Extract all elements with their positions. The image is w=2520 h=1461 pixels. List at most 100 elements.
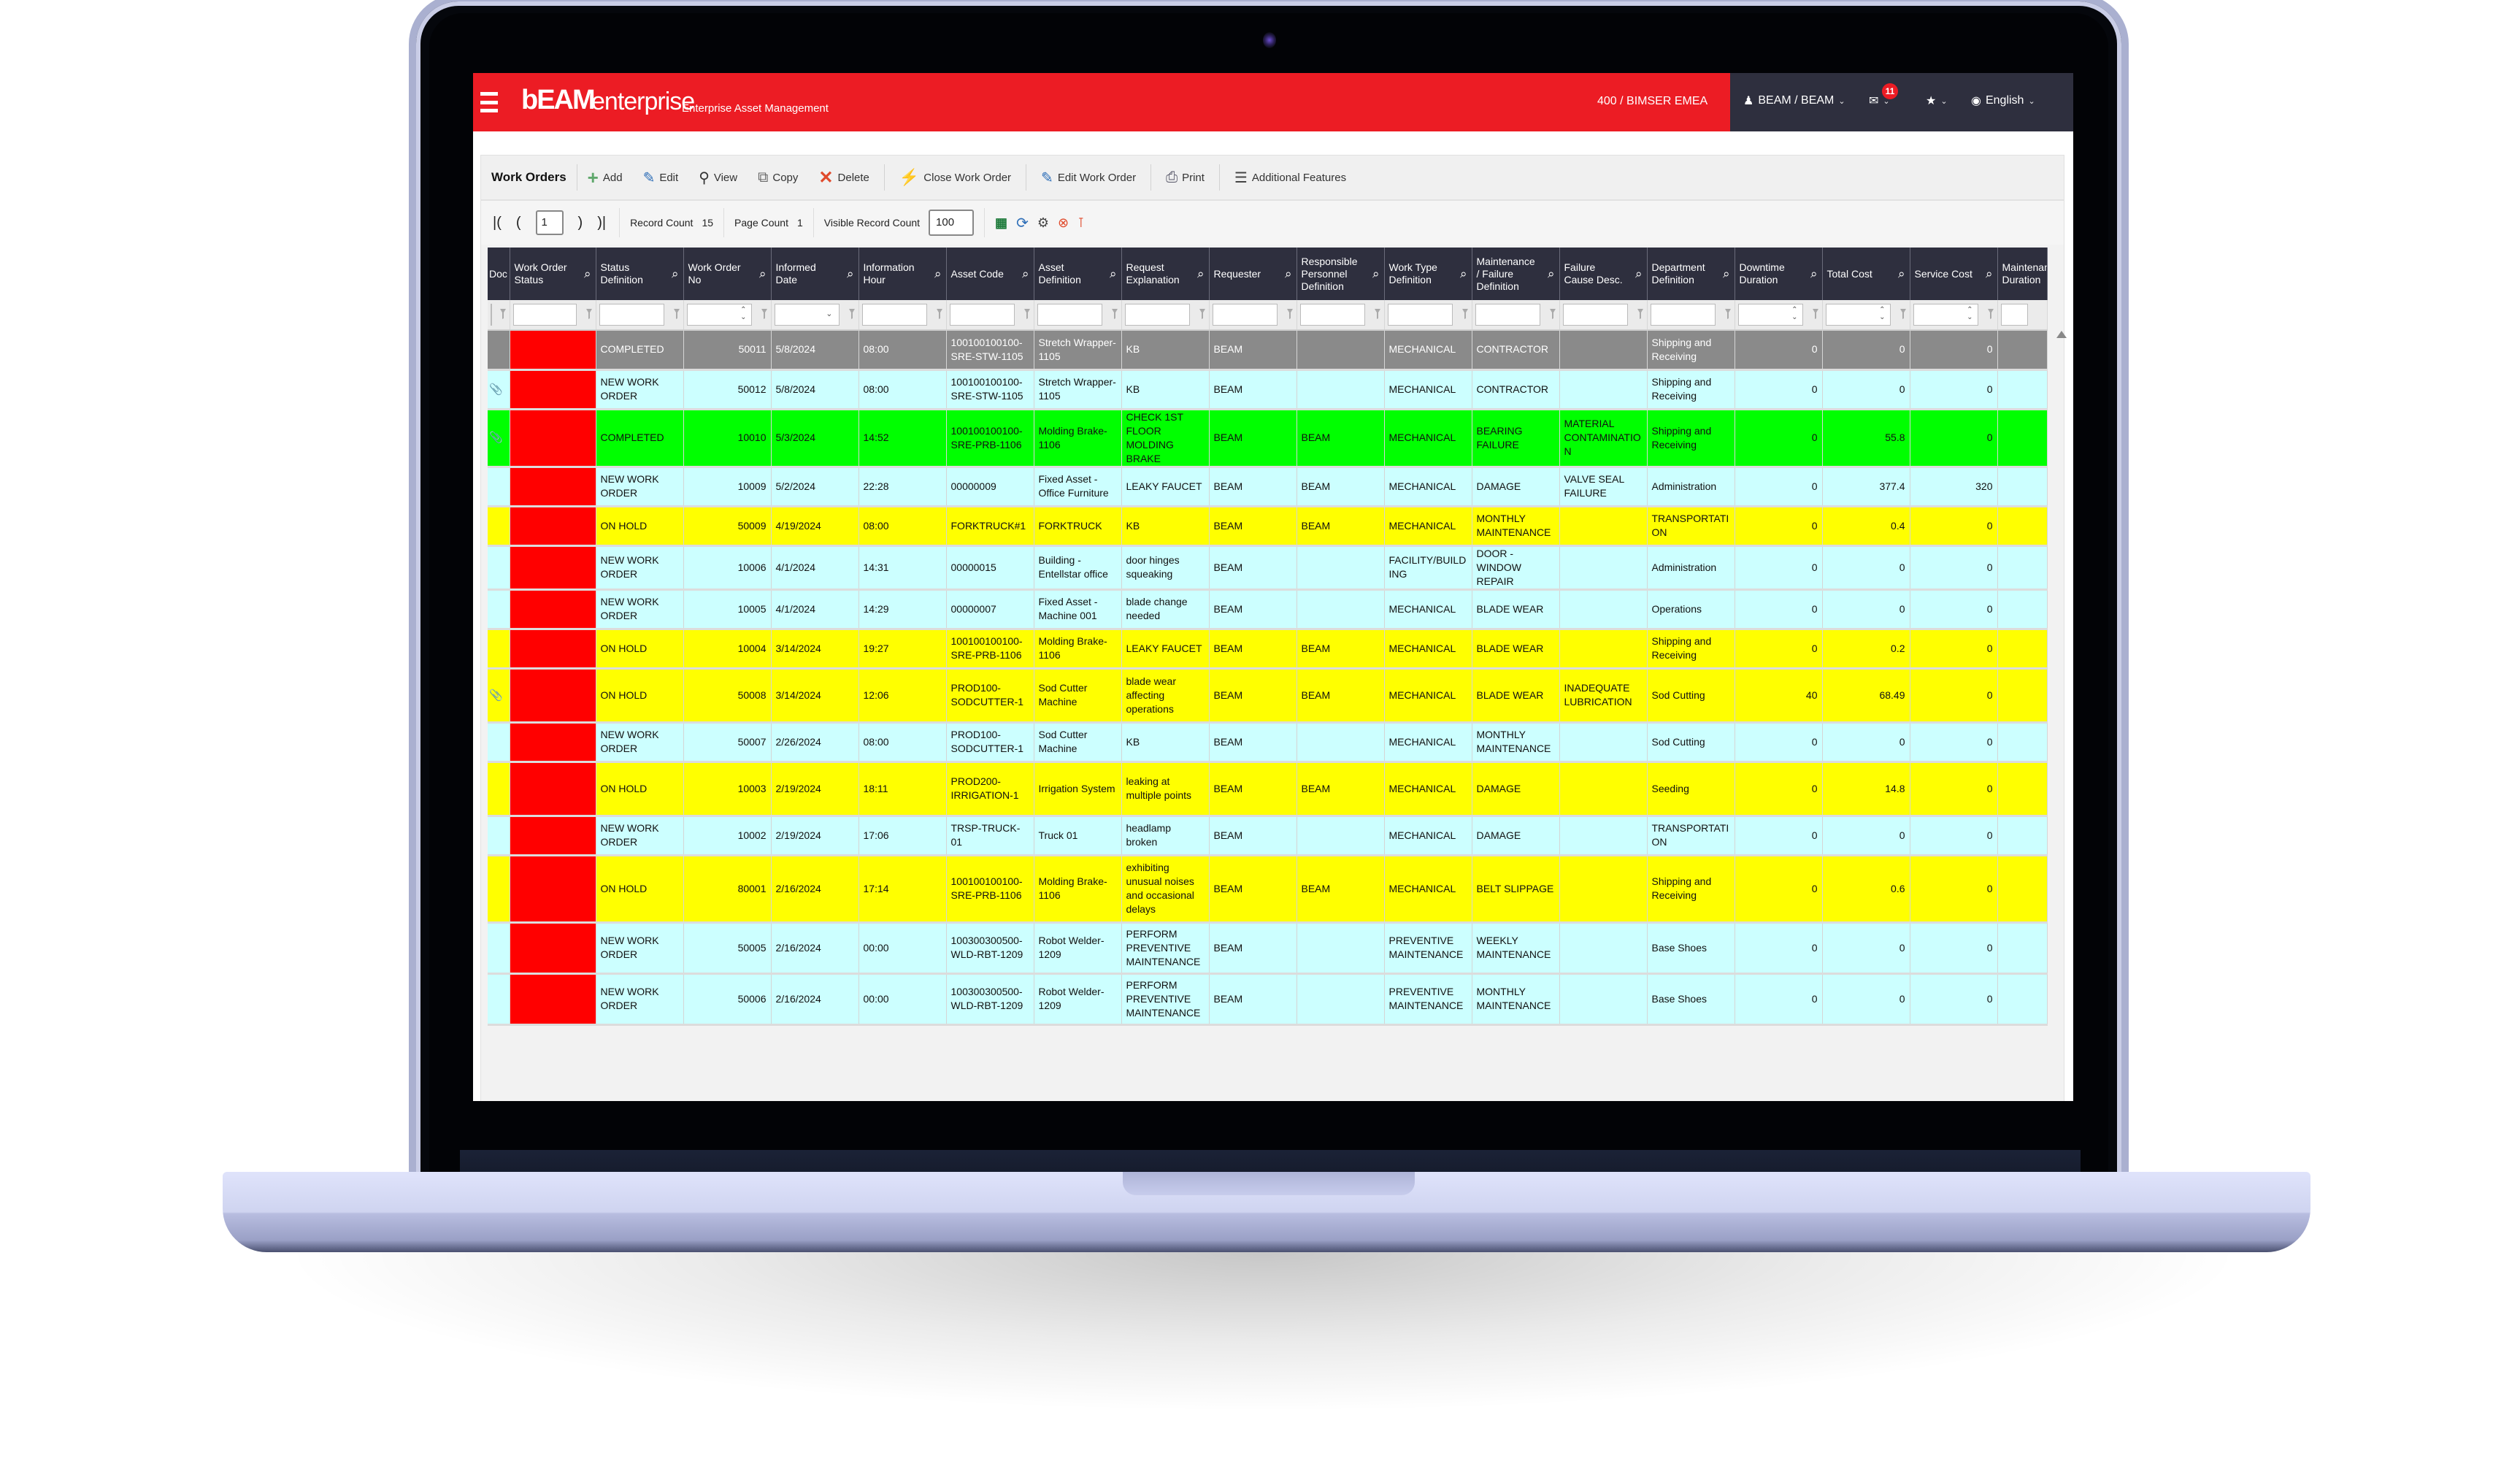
column-search-icon[interactable]: ⌕: [1022, 268, 1029, 280]
column-header[interactable]: Asset Definition ⌕: [1034, 248, 1122, 300]
doc-cell[interactable]: [488, 589, 510, 630]
filter-icon[interactable]: [499, 309, 506, 319]
table-row[interactable]: NEW WORK ORDER 10006 4/1/2024 14:31 00000015…: [488, 545, 2048, 591]
spinner-icon[interactable]: ⌃ ⌄: [1967, 307, 1972, 321]
favorites-menu[interactable]: ★ ⌄: [1926, 93, 1948, 108]
attachment-icon[interactable]: 📎: [489, 383, 503, 396]
filter-icon[interactable]: [585, 309, 592, 319]
print-button[interactable]: ⎙ Print: [1156, 164, 1215, 191]
column-filter-input[interactable]: [2000, 304, 2028, 326]
doc-cell[interactable]: 📎: [488, 369, 510, 410]
column-search-icon[interactable]: ⌕: [1110, 268, 1117, 280]
column-filter-input[interactable]: ⌃ ⌄: [1825, 304, 1891, 326]
filter-icon[interactable]: [1374, 309, 1380, 319]
refresh-icon[interactable]: ⟳: [1016, 214, 1029, 232]
spinner-icon[interactable]: ⌃ ⌄: [740, 307, 746, 321]
column-header[interactable]: Request Explanation ⌕: [1121, 248, 1210, 300]
doc-cell[interactable]: [488, 722, 510, 763]
filter-icon[interactable]: [761, 309, 767, 319]
delete-button[interactable]: ✕ Delete: [808, 164, 879, 191]
doc-cell[interactable]: [488, 922, 510, 975]
next-page-button[interactable]: ): [571, 215, 591, 231]
table-row[interactable]: 📎 COMPLETED 10010 5/3/2024 14:52 100100100100…: [488, 409, 2048, 468]
column-filter-input[interactable]: [1299, 304, 1365, 326]
table-row[interactable]: COMPLETED 50011 5/8/2024 08:00 100100100100-…: [488, 330, 2048, 371]
column-filter-input[interactable]: ⌃ ⌄: [1737, 304, 1803, 326]
table-row[interactable]: NEW WORK ORDER 10009 5/2/2024 22:28 00000009…: [488, 467, 2048, 507]
doc-cell[interactable]: [488, 973, 510, 1026]
column-filter-input[interactable]: [1037, 304, 1102, 326]
column-header[interactable]: Doc: [488, 248, 510, 300]
close-work-order-button[interactable]: ⚡ Close Work Order: [889, 164, 1021, 191]
excel-export-icon[interactable]: ▦: [995, 215, 1007, 231]
doc-cell[interactable]: [488, 762, 510, 817]
hamburger-menu-icon[interactable]: [480, 92, 498, 112]
column-search-icon[interactable]: ⌕: [1723, 268, 1730, 280]
column-search-icon[interactable]: ⌕: [1635, 268, 1643, 280]
additional-features-button[interactable]: ☰ Additional Features: [1224, 164, 1356, 191]
doc-cell[interactable]: [488, 506, 510, 547]
spinner-icon[interactable]: ⌃ ⌄: [1879, 307, 1885, 321]
filter-icon[interactable]: [1987, 309, 1994, 319]
column-search-icon[interactable]: ⌕: [672, 268, 679, 280]
tenant-label[interactable]: 400 / BIMSER EMEA: [1597, 95, 1707, 108]
column-search-icon[interactable]: ⌕: [1372, 268, 1380, 280]
column-header[interactable]: Work Order Status ⌕: [510, 248, 596, 300]
table-row[interactable]: ON HOLD 80001 2/16/2024 17:14 100100100100-S…: [488, 855, 2048, 924]
page-number-input[interactable]: 1: [535, 210, 564, 235]
column-header[interactable]: Downtime Duration ⌕: [1735, 248, 1823, 300]
table-row[interactable]: NEW WORK ORDER 50007 2/26/2024 08:00 PROD100…: [488, 722, 2048, 763]
column-header[interactable]: Service Cost ⌕: [1910, 248, 1998, 300]
column-filter-input[interactable]: ⌃ ⌄: [686, 304, 752, 326]
column-header[interactable]: Work Order No ⌕: [683, 248, 772, 300]
column-search-icon[interactable]: ⌕: [584, 268, 591, 280]
column-search-icon[interactable]: ⌕: [1285, 268, 1292, 280]
column-settings-icon[interactable]: ⚙: [1037, 215, 1049, 231]
chevron-down-icon[interactable]: ⌄: [826, 309, 832, 318]
column-filter-input[interactable]: [949, 304, 1015, 326]
filter-icon[interactable]: [1023, 309, 1030, 319]
filter-icon[interactable]: [1286, 309, 1293, 319]
table-row[interactable]: NEW WORK ORDER 50006 2/16/2024 00:00 1003003…: [488, 973, 2048, 1026]
doc-cell[interactable]: [488, 629, 510, 670]
column-search-icon[interactable]: ⌕: [1197, 268, 1205, 280]
doc-cell[interactable]: 📎: [488, 409, 510, 468]
visible-record-count-input[interactable]: 100: [929, 210, 975, 236]
language-menu[interactable]: ◉ English ⌄: [1971, 93, 2035, 108]
filter-icon[interactable]: [848, 309, 855, 319]
column-filter-input[interactable]: [1124, 304, 1190, 326]
table-row[interactable]: ON HOLD 10004 3/14/2024 19:27 100100100100-S…: [488, 629, 2048, 670]
column-search-icon[interactable]: ⌕: [1986, 268, 1993, 280]
add-button[interactable]: + Add: [577, 164, 633, 191]
filter-icon[interactable]: [673, 309, 680, 319]
table-row[interactable]: ON HOLD 50009 4/19/2024 08:00 FORKTRUCK#1 FOR…: [488, 506, 2048, 547]
table-row[interactable]: NEW WORK ORDER 10005 4/1/2024 14:29 00000007…: [488, 589, 2048, 630]
first-page-button[interactable]: |(: [485, 215, 509, 231]
column-header[interactable]: Asset Code ⌕: [946, 248, 1034, 300]
column-header[interactable]: Requester ⌕: [1209, 248, 1297, 300]
column-header[interactable]: Informed Date ⌕: [771, 248, 859, 300]
filter-icon[interactable]: [936, 309, 942, 319]
prev-page-button[interactable]: (: [509, 215, 529, 231]
filter-icon[interactable]: [1461, 309, 1468, 319]
column-header[interactable]: Responsible Personnel Definition ⌕: [1297, 248, 1385, 300]
copy-button[interactable]: ⧉ Copy: [748, 164, 808, 191]
column-search-icon[interactable]: ⌕: [1548, 268, 1555, 280]
user-menu[interactable]: ♟ BEAM / BEAM ⌄: [1743, 93, 1845, 108]
table-row[interactable]: NEW WORK ORDER 50005 2/16/2024 00:00 1003003…: [488, 922, 2048, 975]
doc-cell[interactable]: [488, 467, 510, 507]
filter-icon[interactable]: [1899, 309, 1906, 319]
spinner-icon[interactable]: ⌃ ⌄: [1791, 307, 1797, 321]
clear-filter-icon[interactable]: ⊺: [1077, 215, 1084, 231]
column-filter-input[interactable]: [1475, 304, 1540, 326]
column-header[interactable]: Information Hour ⌕: [858, 248, 947, 300]
view-button[interactable]: ⚲ View: [688, 164, 748, 191]
column-header[interactable]: Maintenance / Failure Definition ⌕: [1472, 248, 1560, 300]
filter-icon[interactable]: [1549, 309, 1556, 319]
column-header[interactable]: Total Cost ⌕: [1822, 248, 1910, 300]
edit-work-order-button[interactable]: ✎ Edit Work Order: [1031, 164, 1146, 191]
column-filter-input[interactable]: [512, 304, 577, 326]
column-header[interactable]: Work Type Definition ⌕: [1384, 248, 1472, 300]
filter-icon[interactable]: [1724, 309, 1731, 319]
column-search-icon[interactable]: ⌕: [1810, 268, 1818, 280]
